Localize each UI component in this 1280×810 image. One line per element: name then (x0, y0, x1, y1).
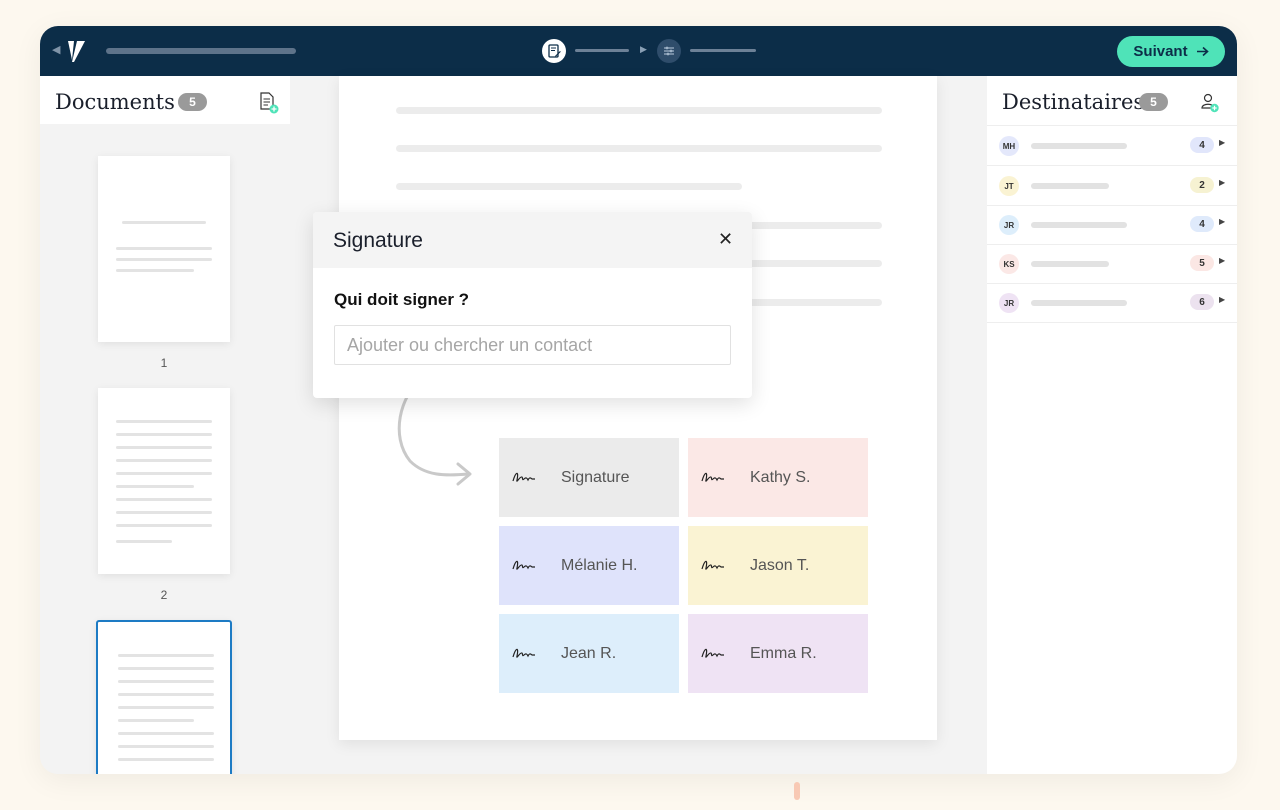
modal-header: Signature ✕ (313, 212, 752, 268)
recipient-row[interactable]: KS 5 ▶ (987, 244, 1237, 284)
documents-title: Documents (55, 90, 175, 114)
step-progress-line (690, 49, 756, 52)
expand-arrow-icon[interactable]: ▶ (1219, 138, 1225, 147)
avatar: MH (999, 136, 1019, 156)
signature-icon (701, 648, 724, 658)
modal-title: Signature (333, 229, 423, 252)
recipient-field-count: 4 (1190, 137, 1214, 153)
expand-arrow-icon[interactable]: ▶ (1219, 295, 1225, 304)
page-thumbnail[interactable] (98, 388, 230, 574)
contact-search-input[interactable] (334, 325, 731, 365)
recipient-field-count: 2 (1190, 177, 1214, 193)
recipient-row[interactable]: JT 2 ▶ (987, 166, 1237, 206)
avatar: JT (999, 176, 1019, 196)
next-button[interactable]: Suivant (1117, 36, 1225, 67)
signature-card-label: Signature (561, 469, 630, 486)
expand-arrow-icon[interactable]: ▶ (1219, 217, 1225, 226)
step-arrow-icon: ▶ (640, 44, 647, 54)
recipient-name-placeholder (1031, 261, 1109, 267)
signature-icon (512, 472, 535, 482)
page-thumbnail[interactable] (98, 156, 230, 342)
signature-icon (512, 560, 535, 570)
expand-arrow-icon[interactable]: ▶ (1219, 178, 1225, 187)
logo-icon (68, 41, 85, 62)
step-edit[interactable] (542, 39, 566, 63)
documents-header: Documents 5 (40, 76, 290, 124)
signature-card-label: Kathy S. (750, 469, 811, 486)
top-bar: ◀ ▶ Suivant (40, 26, 1237, 76)
recipient-field-count: 6 (1190, 294, 1214, 310)
signature-card-label: Jason T. (750, 557, 810, 574)
recipient-name-placeholder (1031, 183, 1109, 189)
signature-card-label: Jean R. (561, 645, 617, 662)
signature-icon (701, 560, 724, 570)
recipient-name-placeholder (1031, 143, 1127, 149)
recipients-panel: Destinataires 5 MH 4 ▶ JT 2 ▶ JR 4 ▶ KS … (987, 76, 1237, 774)
signature-icon (701, 472, 724, 482)
signature-card-label: Mélanie H. (561, 557, 638, 574)
signature-field-card[interactable]: Kathy S. (688, 438, 868, 517)
close-icon[interactable]: ✕ (718, 229, 733, 250)
app-window: ◀ ▶ Suivant Documents 5 1 2 Signature Ka… (40, 26, 1237, 774)
add-document-icon[interactable] (259, 92, 279, 114)
page-thumbnail-selected[interactable] (96, 620, 232, 774)
recipient-field-count: 4 (1190, 216, 1214, 232)
recipients-count-badge: 5 (1139, 93, 1168, 111)
expand-arrow-icon[interactable]: ▶ (1219, 256, 1225, 265)
signature-field-card[interactable]: Signature (499, 438, 679, 517)
recipient-name-placeholder (1031, 300, 1127, 306)
recipients-title: Destinataires (1002, 90, 1145, 114)
step-settings[interactable] (657, 39, 681, 63)
signature-icon (512, 648, 535, 658)
recipient-name-placeholder (1031, 222, 1127, 228)
back-chevron-icon[interactable]: ◀ (52, 43, 60, 56)
recipient-field-count: 5 (1190, 255, 1214, 271)
document-title-placeholder (106, 48, 296, 54)
decorative-tick (794, 782, 800, 800)
next-button-label: Suivant (1133, 43, 1188, 60)
page-number: 1 (160, 356, 168, 370)
document-edit-icon (547, 44, 561, 58)
signature-field-card[interactable]: Jean R. (499, 614, 679, 693)
recipient-row[interactable]: JR 6 ▶ (987, 283, 1237, 323)
step-progress-line (575, 49, 629, 52)
signature-field-card[interactable]: Jason T. (688, 526, 868, 605)
arrow-right-icon (1196, 46, 1209, 57)
page-number: 2 (160, 588, 168, 602)
recipient-row[interactable]: JR 4 ▶ (987, 205, 1237, 245)
avatar: JR (999, 293, 1019, 313)
signature-field-card[interactable]: Mélanie H. (499, 526, 679, 605)
add-recipient-icon[interactable] (1201, 93, 1219, 113)
signer-question: Qui doit signer ? (334, 290, 470, 309)
signature-field-card[interactable]: Emma R. (688, 614, 868, 693)
sliders-icon (664, 46, 674, 56)
documents-count-badge: 5 (178, 93, 207, 111)
recipient-row[interactable]: MH 4 ▶ (987, 126, 1237, 166)
document-pages-list: 1 2 (40, 124, 290, 774)
avatar: JR (999, 215, 1019, 235)
signature-modal: Signature ✕ Qui doit signer ? (313, 212, 752, 398)
signature-card-label: Emma R. (750, 645, 817, 662)
avatar: KS (999, 254, 1019, 274)
